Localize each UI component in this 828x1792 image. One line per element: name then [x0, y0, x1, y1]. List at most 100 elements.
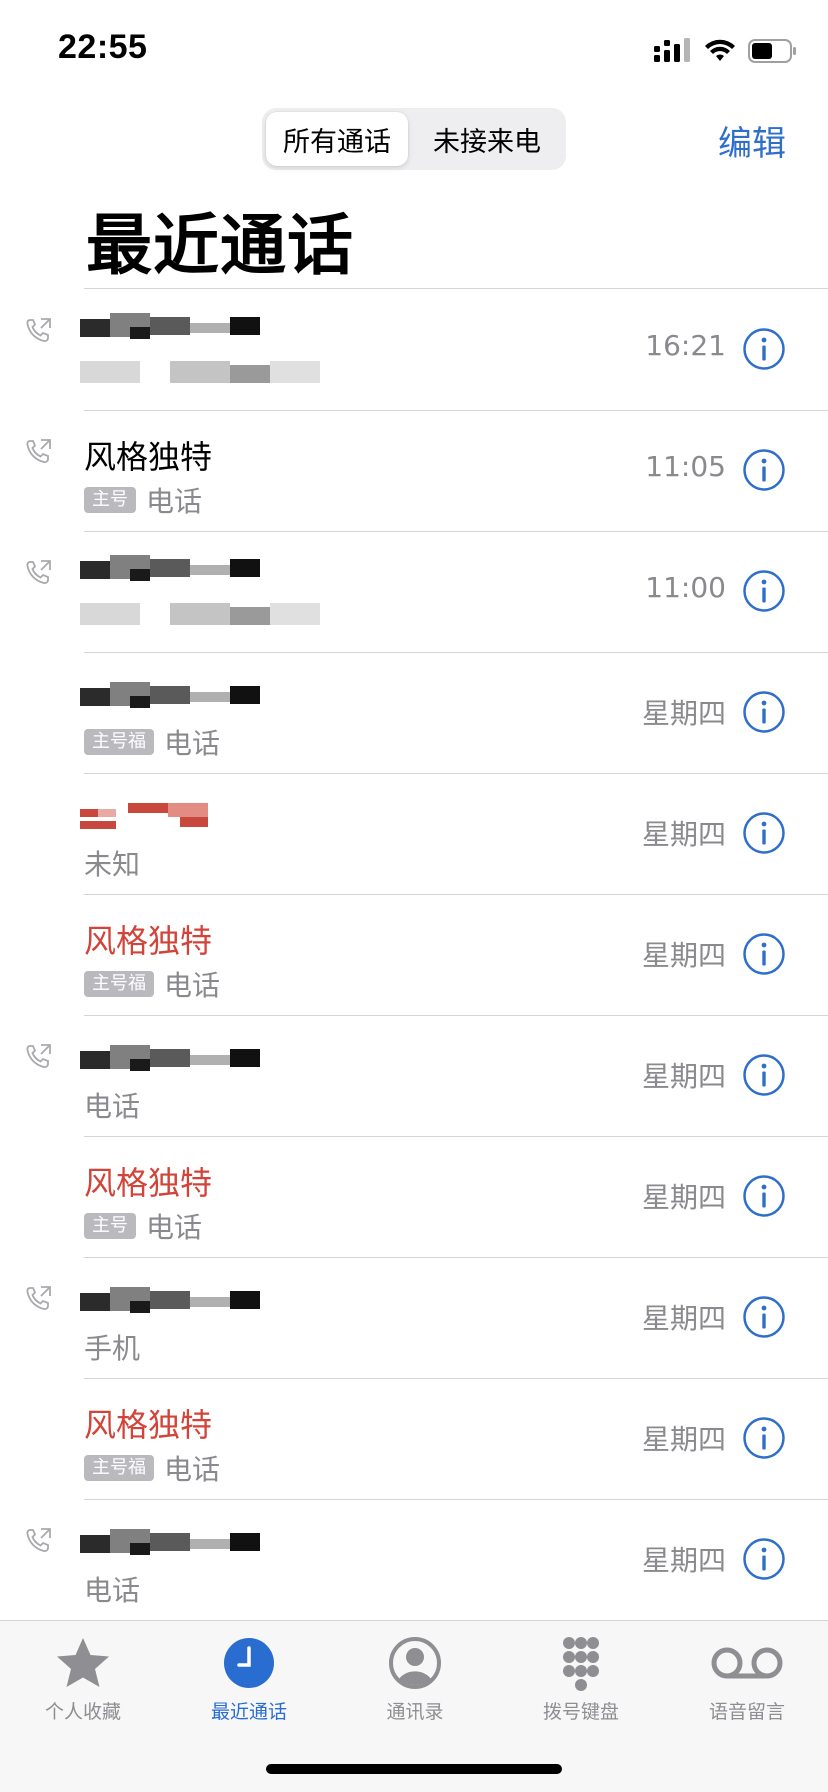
redaction-block: [150, 317, 190, 335]
redaction-block: [130, 1301, 150, 1313]
tab-keypad[interactable]: 拨号键盘: [498, 1635, 664, 1724]
info-icon[interactable]: [742, 327, 786, 371]
redaction-block: [190, 565, 230, 575]
call-type-label: 电话: [164, 727, 221, 760]
info-icon[interactable]: [742, 690, 786, 734]
redaction-block: [130, 1543, 150, 1555]
call-row[interactable]: 主号福 电话 星期四: [0, 652, 828, 774]
outgoing-call-icon: [26, 318, 51, 342]
tab-favorites[interactable]: 个人收藏: [0, 1635, 166, 1724]
info-icon[interactable]: [742, 1416, 786, 1460]
call-time: 星期四: [641, 697, 726, 730]
recent-calls-list: 16:21 风格独特 主号 电话 11:05 11:00 主号福 电话 星期四 未知 星期四 风格独特…: [0, 289, 828, 1619]
info-icon[interactable]: [742, 1053, 786, 1097]
info-icon[interactable]: [742, 932, 786, 976]
number-label-badge: 主号福: [84, 729, 154, 755]
redaction-block: [80, 319, 110, 337]
number-label-badge: 主号福: [84, 971, 154, 997]
redaction-block: [150, 559, 190, 577]
call-row[interactable]: 手机 星期四: [0, 1257, 828, 1379]
redacted-contact-name: [80, 1045, 320, 1075]
call-row[interactable]: 电话 星期四: [0, 1499, 828, 1619]
tab-contacts[interactable]: 通讯录: [332, 1635, 498, 1724]
edit-button[interactable]: 编辑: [718, 116, 786, 165]
person-circle-icon: [389, 1637, 441, 1689]
tab-label-favorites: 个人收藏: [44, 1701, 121, 1723]
redaction-block: [130, 569, 150, 581]
info-icon[interactable]: [742, 1174, 786, 1218]
tab-voicemail[interactable]: 语音留言: [664, 1635, 828, 1724]
redaction-block: [170, 603, 230, 625]
redacted-contact-name: [80, 682, 320, 712]
call-row[interactable]: 16:21: [0, 289, 828, 411]
call-time: 星期四: [641, 1181, 726, 1214]
redaction-block: [150, 1291, 190, 1309]
call-type-label: 电话: [84, 1574, 141, 1607]
tab-label-keypad: 拨号键盘: [542, 1701, 619, 1723]
clock-icon: [224, 1638, 274, 1688]
call-type-label: 电话: [164, 969, 221, 1002]
redaction-block: [230, 1291, 260, 1309]
call-row[interactable]: 风格独特 主号 电话 11:05: [0, 410, 828, 532]
outgoing-call-icon: [26, 439, 51, 463]
redaction-block: [128, 803, 168, 813]
tab-recents[interactable]: 最近通话: [166, 1635, 332, 1724]
call-time: 星期四: [641, 818, 726, 851]
call-time: 星期四: [641, 1544, 726, 1577]
info-icon[interactable]: [742, 569, 786, 613]
outgoing-call-icon: [26, 1044, 51, 1068]
redaction-block: [180, 817, 208, 827]
contact-name: 风格独特: [84, 1164, 213, 1202]
redaction-block: [80, 1051, 110, 1069]
redaction-block: [130, 327, 150, 339]
segment-all-calls[interactable]: 所有通话: [266, 112, 408, 166]
contact-detail: 主号福 电话: [84, 964, 220, 1004]
call-type-label: 手机: [84, 1332, 141, 1365]
redaction-block: [80, 561, 110, 579]
redaction-block: [230, 317, 260, 335]
call-type-label: 未知: [84, 848, 141, 881]
contact-detail: 未知: [84, 843, 140, 883]
redaction-block: [190, 1055, 230, 1065]
redacted-contact-name: [80, 1287, 320, 1317]
contact-name: 风格独特: [84, 1406, 213, 1444]
call-row[interactable]: 风格独特主号福 电话 星期四: [0, 1378, 828, 1500]
segment-missed-calls[interactable]: 未接来电: [412, 112, 562, 166]
redaction-block: [150, 686, 190, 704]
call-row[interactable]: 风格独特 主号 电话 星期四: [0, 1136, 828, 1258]
call-row[interactable]: 电话 星期四: [0, 1015, 828, 1137]
redaction-block: [80, 821, 116, 829]
tab-label-recents: 最近通话: [210, 1701, 287, 1723]
contact-detail: 电话: [84, 1569, 140, 1609]
contact-name: 风格独特: [84, 922, 213, 960]
redaction-block: [270, 603, 320, 625]
call-row[interactable]: 未知 星期四: [0, 773, 828, 895]
contact-detail: 手机: [84, 1327, 140, 1367]
call-row[interactable]: 11:00: [0, 531, 828, 653]
call-time: 星期四: [641, 939, 726, 972]
contact-name: 风格独特: [84, 438, 213, 476]
redaction-block: [80, 1293, 110, 1311]
tab-label-voicemail: 语音留言: [708, 1701, 785, 1723]
call-type-label: 电话: [164, 1453, 221, 1486]
number-label-badge: 主号福: [84, 1455, 154, 1481]
info-icon[interactable]: [742, 448, 786, 492]
info-icon[interactable]: [742, 811, 786, 855]
info-icon[interactable]: [742, 1537, 786, 1581]
redaction-block: [230, 1049, 260, 1067]
redaction-block: [230, 365, 270, 383]
call-time: 星期四: [641, 1423, 726, 1456]
redaction-block: [98, 809, 116, 817]
call-type-label: 电话: [146, 485, 203, 518]
call-row[interactable]: 风格独特主号福 电话 星期四: [0, 894, 828, 1016]
status-time: 22:55: [58, 28, 148, 66]
keypad-icon: [563, 1637, 599, 1691]
redacted-contact-name: [80, 803, 320, 833]
redaction-block: [150, 1533, 190, 1551]
redaction-block: [230, 686, 260, 704]
contact-detail: 主号 电话: [84, 480, 202, 520]
battery-icon: [748, 39, 796, 63]
info-icon[interactable]: [742, 1295, 786, 1339]
redaction-block: [190, 692, 230, 702]
voicemail-icon: [711, 1647, 783, 1679]
